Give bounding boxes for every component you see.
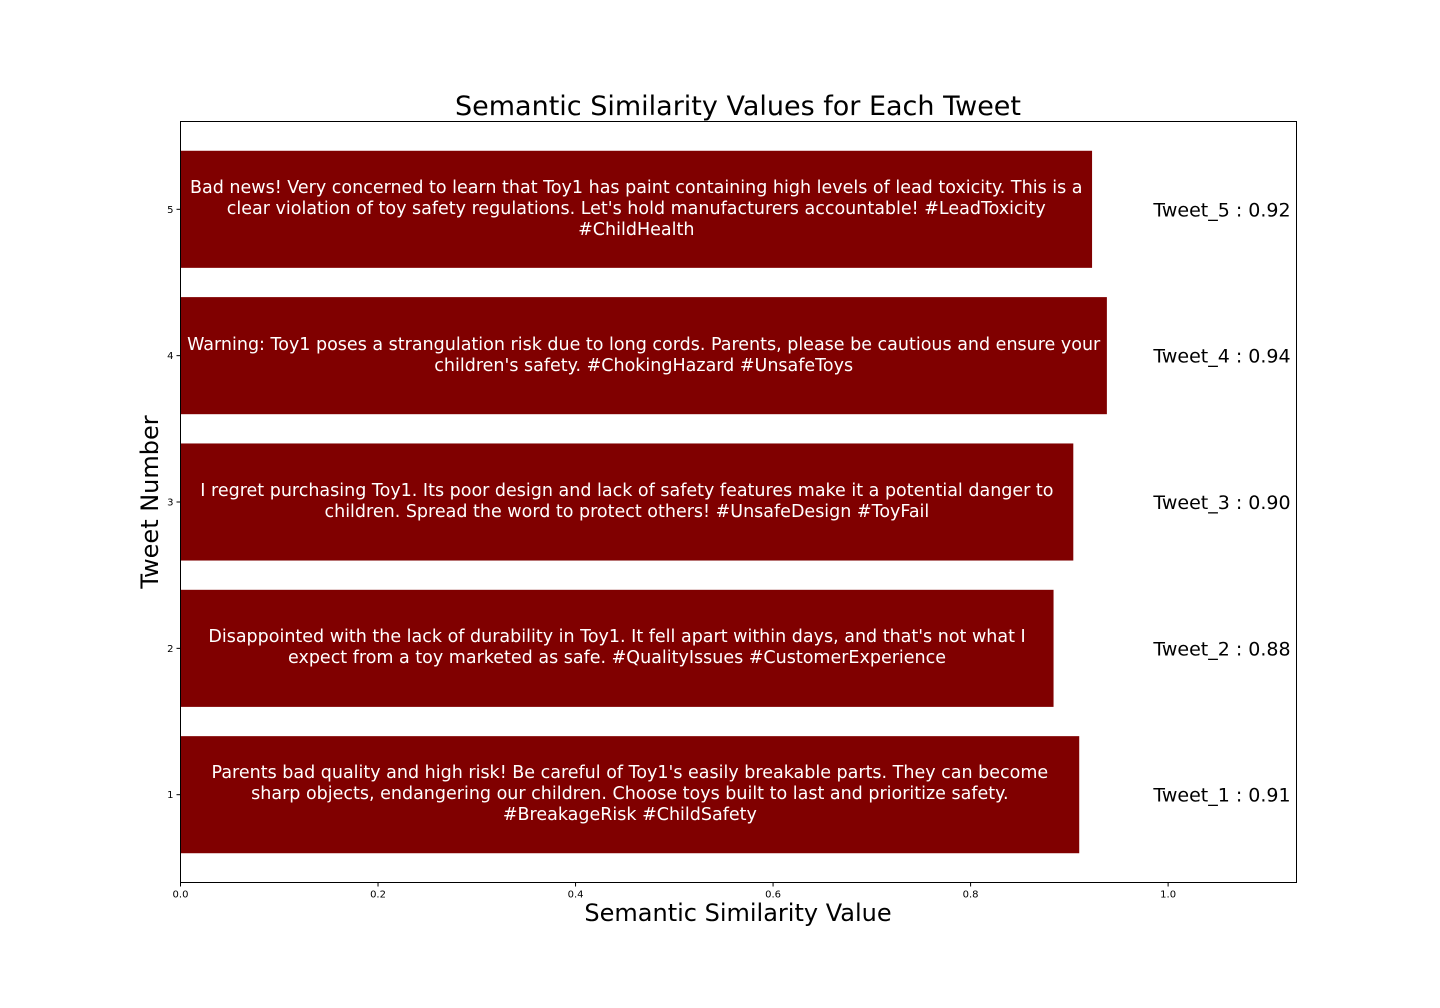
y-axis: 1 2 3 4 5 [167, 205, 181, 801]
bar-text-layer: Parents bad quality and high risk! Be ca… [181, 151, 1107, 853]
y-tick-label-1: 1 [167, 790, 173, 801]
y-tick-label-5: 5 [167, 205, 173, 216]
x-axis: 0.0 0.2 0.4 0.6 0.8 1.0 [173, 882, 1176, 901]
value-label-tweet-5: Tweet_5 : 0.92 [1152, 199, 1290, 221]
bar-text-wrap: I regret purchasing Toy1. Its poor desig… [181, 443, 1074, 560]
y-tick-label-4: 4 [167, 351, 173, 362]
tweet-text-2: Disappointed with the lack of durability… [208, 627, 1026, 669]
tweet-text-1: Parents bad quality and high risk! Be ca… [211, 763, 1049, 826]
bar-text-wrap: Bad news! Very concerned to learn that T… [181, 151, 1093, 268]
y-axis-label: Tweet Number [136, 415, 164, 589]
bar-text-container-5: Bad news! Very concerned to learn that T… [181, 151, 1093, 268]
y-tick-label-2: 2 [167, 644, 173, 655]
chart-title: Semantic Similarity Values for Each Twee… [455, 91, 1021, 122]
chart-container: Semantic Similarity Values for Each Twee… [0, 0, 1440, 1008]
value-label-tweet-2: Tweet_2 : 0.88 [1152, 638, 1290, 660]
x-tick-label-0: 0.0 [173, 890, 189, 901]
tweet-text-5: Bad news! Very concerned to learn that T… [190, 177, 1083, 240]
bar-text-wrap: Disappointed with the lack of durability… [181, 590, 1054, 707]
value-label-tweet-1: Tweet_1 : 0.91 [1152, 785, 1290, 807]
bar-text-wrap: Warning: Toy1 poses a strangulation risk… [181, 297, 1107, 414]
bar-text-container-2: Disappointed with the lack of durability… [181, 590, 1054, 707]
bar-text-container-1: Parents bad quality and high risk! Be ca… [181, 736, 1080, 853]
bar-text-container-3: I regret purchasing Toy1. Its poor desig… [181, 443, 1074, 560]
bar-chart: Semantic Similarity Values for Each Twee… [136, 91, 1297, 927]
x-axis-label: Semantic Similarity Value [584, 899, 891, 927]
x-tick-label-1: 0.2 [370, 890, 386, 901]
value-label-tweet-3: Tweet_3 : 0.90 [1152, 492, 1290, 514]
value-label-layer: Tweet_1 : 0.91 Tweet_2 : 0.88 Tweet_3 : 0.… [1152, 199, 1290, 806]
x-tick-label-5: 1.0 [1160, 890, 1176, 901]
value-label-tweet-4: Tweet_4 : 0.94 [1152, 346, 1290, 368]
tweet-text-4: Warning: Toy1 poses a strangulation risk… [187, 334, 1101, 376]
bar-text-wrap: Parents bad quality and high risk! Be ca… [181, 736, 1080, 853]
x-tick-label-2: 0.4 [568, 890, 584, 901]
bar-text-container-4: Warning: Toy1 poses a strangulation risk… [181, 297, 1107, 414]
x-tick-label-4: 0.8 [963, 890, 979, 901]
tweet-text-3: I regret purchasing Toy1. Its poor desig… [200, 480, 1054, 522]
y-tick-label-3: 3 [167, 498, 173, 509]
